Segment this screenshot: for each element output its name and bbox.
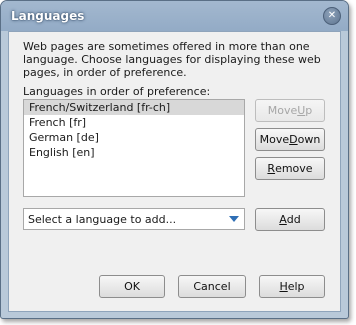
help-accesskey: H	[279, 280, 288, 293]
language-item-fr-ch[interactable]: French/Switzerland [fr-ch]	[24, 100, 244, 115]
chevron-down-icon	[229, 216, 239, 222]
dialog-content: Web pages are sometimes offered in more …	[8, 31, 341, 312]
description-text: Web pages are sometimes offered in more …	[23, 40, 321, 79]
move-up-accesskey: U	[297, 104, 306, 117]
remove-accesskey: R	[267, 162, 276, 175]
language-list-label: Languages in order of preference:	[23, 85, 211, 98]
move-up-label-post: p	[305, 104, 313, 117]
move-down-label-post: own	[297, 133, 321, 146]
close-button[interactable]: ✕	[323, 7, 341, 25]
title-bar: Languages ✕	[1, 1, 348, 31]
add-label-post: dd	[286, 213, 301, 226]
add-language-select[interactable]: Select a language to add...	[23, 208, 245, 230]
language-list[interactable]: French/Switzerland [fr-ch] French [fr] G…	[23, 99, 245, 197]
languages-dialog: Languages ✕ Web pages are sometimes offe…	[0, 0, 349, 319]
close-icon: ✕	[327, 10, 337, 21]
language-item-en[interactable]: English [en]	[24, 145, 244, 160]
remove-label-post: emove	[275, 162, 313, 175]
dialog-title: Languages	[11, 9, 85, 23]
ok-button[interactable]: OK	[99, 275, 165, 298]
move-up-button[interactable]: Move Up	[255, 99, 325, 122]
move-down-button[interactable]: Move Down	[255, 128, 325, 151]
cancel-button[interactable]: Cancel	[178, 275, 246, 298]
help-button[interactable]: Help	[259, 275, 325, 298]
move-down-accesskey: D	[289, 133, 298, 146]
help-label-post: elp	[287, 280, 305, 293]
remove-button[interactable]: Remove	[255, 157, 325, 180]
ok-label: OK	[124, 280, 140, 293]
add-accesskey: A	[279, 213, 287, 226]
cancel-label: Cancel	[193, 280, 231, 293]
language-item-fr[interactable]: French [fr]	[24, 115, 244, 130]
move-up-label-pre: Move	[267, 104, 298, 117]
language-item-de[interactable]: German [de]	[24, 130, 244, 145]
add-language-placeholder: Select a language to add...	[28, 213, 177, 226]
move-down-label-pre: Move	[259, 133, 290, 146]
add-button[interactable]: Add	[255, 208, 325, 231]
